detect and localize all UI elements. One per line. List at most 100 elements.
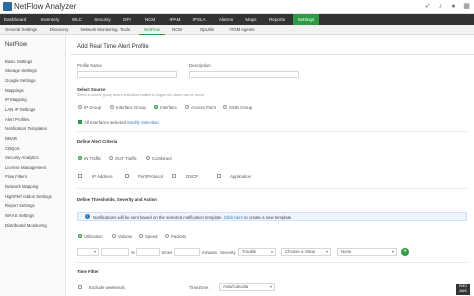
source-access-point-radio[interactable] xyxy=(185,105,189,109)
sidebar-item-security-analytics[interactable]: Security Analytics xyxy=(5,155,39,160)
all-interfaces-label: All Interfaces selected xyxy=(84,120,127,125)
title-divider xyxy=(70,54,474,55)
severity-select[interactable]: Trouble ▾ xyxy=(238,248,276,256)
tab-itom-agents[interactable]: ITOM Agents xyxy=(226,25,258,35)
nav-ipam[interactable]: IPAM xyxy=(165,14,185,25)
timezone-select[interactable]: Asia/Calcutta ▾ xyxy=(219,283,275,291)
profile-name-input[interactable] xyxy=(77,71,177,78)
info-tail: to create a new template. xyxy=(244,215,293,220)
info-text: Notifications will be sent based on the … xyxy=(93,215,292,220)
sidebar-item-storage-settings[interactable]: Storage Settings xyxy=(5,68,37,73)
thresholds-title: Define Thresholds, Severity and Action xyxy=(77,197,157,202)
all-interfaces-checkbox[interactable] xyxy=(78,120,82,124)
severity-value: Trouble xyxy=(242,249,257,254)
sidebar-item-license-management[interactable]: License Management xyxy=(5,165,46,170)
sidebar-item-google-settings[interactable]: Google Settings xyxy=(5,78,36,83)
nav-ipsla[interactable]: IPSLA xyxy=(189,14,209,25)
combined-radio[interactable] xyxy=(146,156,150,160)
source-ssid-group-radio[interactable] xyxy=(223,105,227,109)
exclude-weekends-checkbox[interactable] xyxy=(78,285,82,289)
tab-discovery[interactable]: Discovery xyxy=(44,25,74,35)
chevron-down-icon: ▾ xyxy=(325,249,328,254)
all-interfaces-text: All Interfaces selected Modify Selection xyxy=(84,120,159,125)
sidebar-item-nbar[interactable]: NBAR xyxy=(5,136,17,141)
bell-icon[interactable]: ♪ xyxy=(437,3,444,10)
application-checkbox[interactable] xyxy=(217,174,221,178)
threshold-value-input[interactable] xyxy=(101,248,129,256)
application-label: Application xyxy=(230,174,252,179)
chevron-down-icon: ▾ xyxy=(269,284,272,289)
rocket-icon[interactable]: ➶ xyxy=(424,3,431,10)
profile-name-label: Profile Name xyxy=(77,63,102,68)
chevron-down-icon: ▾ xyxy=(391,249,394,254)
tab-network-monitoring[interactable]: Network Monitoring xyxy=(78,25,120,35)
nav-ncm[interactable]: NCM xyxy=(140,14,160,25)
sidebar-item-waas-settings[interactable]: WAAS Settings xyxy=(5,213,34,218)
nav-inventory[interactable]: Inventory xyxy=(39,14,61,25)
nav-alarms[interactable]: Alarms xyxy=(216,14,236,25)
source-ip-group-label: IP Group xyxy=(84,105,102,110)
nav-reports[interactable]: Reports xyxy=(265,14,289,25)
tab-ncm[interactable]: NCM xyxy=(167,25,187,35)
volume-radio[interactable] xyxy=(112,234,116,238)
sidebar-item-flow-filters[interactable]: Flow Filters xyxy=(5,174,27,179)
minutes-input[interactable] xyxy=(174,248,200,256)
nav-maps[interactable]: Maps xyxy=(242,14,260,25)
dscp-checkbox[interactable] xyxy=(172,174,176,178)
sidebar-item-basic-settings[interactable]: Basic Settings xyxy=(5,59,32,64)
tab-netflow[interactable]: NetFlow xyxy=(139,25,165,35)
apps-icon[interactable]: ▦ xyxy=(463,3,470,10)
utilization-radio[interactable] xyxy=(78,234,82,238)
source-ssid-group-label: SSID Group xyxy=(229,105,253,110)
top-icons: ➶ ♪ ● ▦ xyxy=(424,3,470,10)
port-protocol-checkbox[interactable] xyxy=(125,174,129,178)
nav-wlc[interactable]: WLC xyxy=(68,14,86,25)
source-interface-group-radio[interactable] xyxy=(110,105,114,109)
sidebar-item-notification-templates[interactable]: Notification Templates xyxy=(5,126,47,131)
severity-label: Severity xyxy=(220,250,236,255)
sidebar-item-network-mapping[interactable]: Network Mapping xyxy=(5,184,38,189)
ip-address-label: IP Address xyxy=(92,174,113,179)
sidebar-item-mappings[interactable]: Mappings xyxy=(5,88,24,93)
tab-general-settings[interactable]: General Settings xyxy=(2,25,40,35)
sidebar-item-cbqos[interactable]: CBQoS xyxy=(5,146,20,151)
source-interface-label: Interface xyxy=(160,105,177,110)
in-traffic-radio[interactable] xyxy=(78,156,82,160)
app-window: NetFlow Analyzer ➶ ♪ ● ▦ Dashboard Inven… xyxy=(0,0,474,296)
time-filter-title: Time Filter xyxy=(77,269,99,274)
out-traffic-radio[interactable] xyxy=(109,156,113,160)
packets-radio[interactable] xyxy=(165,234,169,238)
tab-tools[interactable]: Tools xyxy=(118,25,132,35)
tab-oputils[interactable]: OpUtils xyxy=(195,25,219,35)
action-select[interactable]: None ▾ xyxy=(337,248,397,256)
nav-security[interactable]: Security xyxy=(90,14,115,25)
source-interface-radio[interactable] xyxy=(154,105,158,109)
sidebar-item-report-settings[interactable]: Report Settings xyxy=(5,203,35,208)
sidebar-item-alert-profiles[interactable]: Alert Profiles xyxy=(5,117,29,122)
speed-label: Speed xyxy=(145,234,158,239)
select-source-title: Select Source xyxy=(77,87,106,92)
modify-selection-link[interactable]: Modify Selection xyxy=(127,120,159,125)
nav-dpi[interactable]: DPI xyxy=(118,14,136,25)
utilization-label: Utilization xyxy=(84,234,103,239)
sidebar-item-ip-mapping[interactable]: IP Mapping xyxy=(5,97,27,102)
description-input[interactable] xyxy=(189,71,299,78)
sidebar-title: NetFlow xyxy=(5,42,28,48)
user-icon[interactable]: ● xyxy=(450,3,457,10)
nav-dashboard[interactable]: Dashboard xyxy=(0,14,30,25)
percent-unit: % xyxy=(131,250,135,255)
speed-radio[interactable] xyxy=(139,234,143,238)
create-template-link[interactable]: Click here xyxy=(224,215,243,220)
port-protocol-label: Port/Protocol xyxy=(138,174,163,179)
operator-select[interactable]: ▾ xyxy=(77,248,99,256)
add-threshold-button[interactable]: + xyxy=(401,248,409,256)
sidebar-item-lan-ip-settings[interactable]: LAN IP Settings xyxy=(5,107,35,112)
times-input[interactable] xyxy=(136,248,160,256)
value-select[interactable]: Choose a Value ▾ xyxy=(281,248,331,256)
nav-settings[interactable]: Settings xyxy=(293,14,319,25)
sidebar-item-highperf-addon[interactable]: HighPerf Addon Settings xyxy=(5,194,52,199)
brand[interactable]: NetFlow Analyzer xyxy=(3,2,76,11)
ip-address-checkbox[interactable] xyxy=(78,174,82,178)
source-ip-group-radio[interactable] xyxy=(78,105,82,109)
sidebar-item-distributed-monitoring[interactable]: Distributed Monitoring xyxy=(5,223,47,228)
